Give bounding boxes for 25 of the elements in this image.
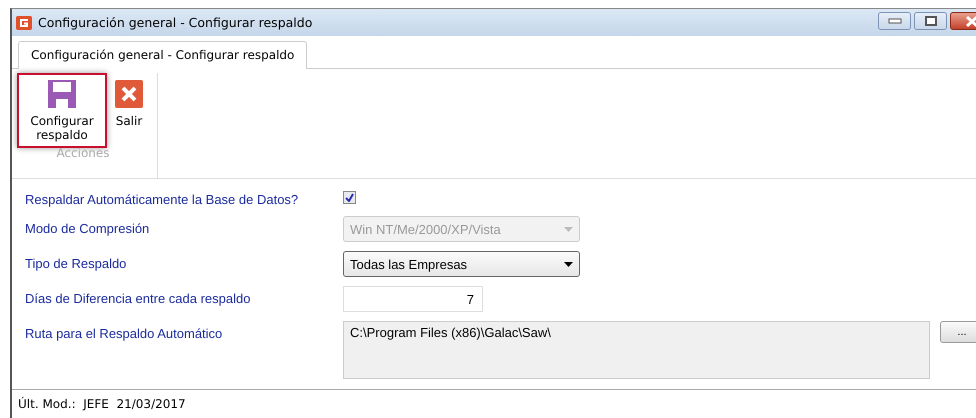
close-icon	[114, 79, 144, 109]
group-label: Acciones	[56, 146, 110, 160]
checkbox[interactable]	[343, 191, 356, 204]
app-logo-icon	[16, 16, 32, 30]
field-label: Modo de Compresión	[25, 220, 150, 236]
dropdown[interactable]: Todas las Empresas	[343, 251, 580, 277]
number-field[interactable]: 7	[343, 286, 483, 312]
window-title: Configuración general - Configurar respaldo	[38, 15, 314, 30]
save-button[interactable]: Configurar respaldo	[17, 73, 107, 148]
browse-button[interactable]: ...	[940, 321, 976, 343]
minimize-button[interactable]	[878, 12, 911, 30]
path-field[interactable]: C:\Program Files (x86)\Galac\Saw\	[343, 321, 930, 379]
minimize-icon	[888, 18, 902, 24]
maximize-icon	[924, 16, 936, 26]
field-label: Días de Diferencia entre cada respaldo	[25, 290, 252, 306]
maximize-button[interactable]	[914, 12, 947, 30]
field-label: Respaldar Automáticamente la Base de Datos?	[25, 191, 300, 207]
status-text: Últ. Mod.: JEFE 21/03/2017	[18, 397, 186, 411]
field-label: Ruta para el Respaldo Automático	[25, 325, 224, 341]
field-label: Tipo de Respaldo	[25, 255, 128, 271]
exit-button[interactable]: Salir	[109, 73, 149, 148]
close-icon	[966, 16, 976, 26]
tab[interactable]: Configuración general - Configurar respaldo	[18, 41, 308, 69]
caret-icon	[564, 262, 573, 266]
caret-icon	[564, 226, 573, 232]
